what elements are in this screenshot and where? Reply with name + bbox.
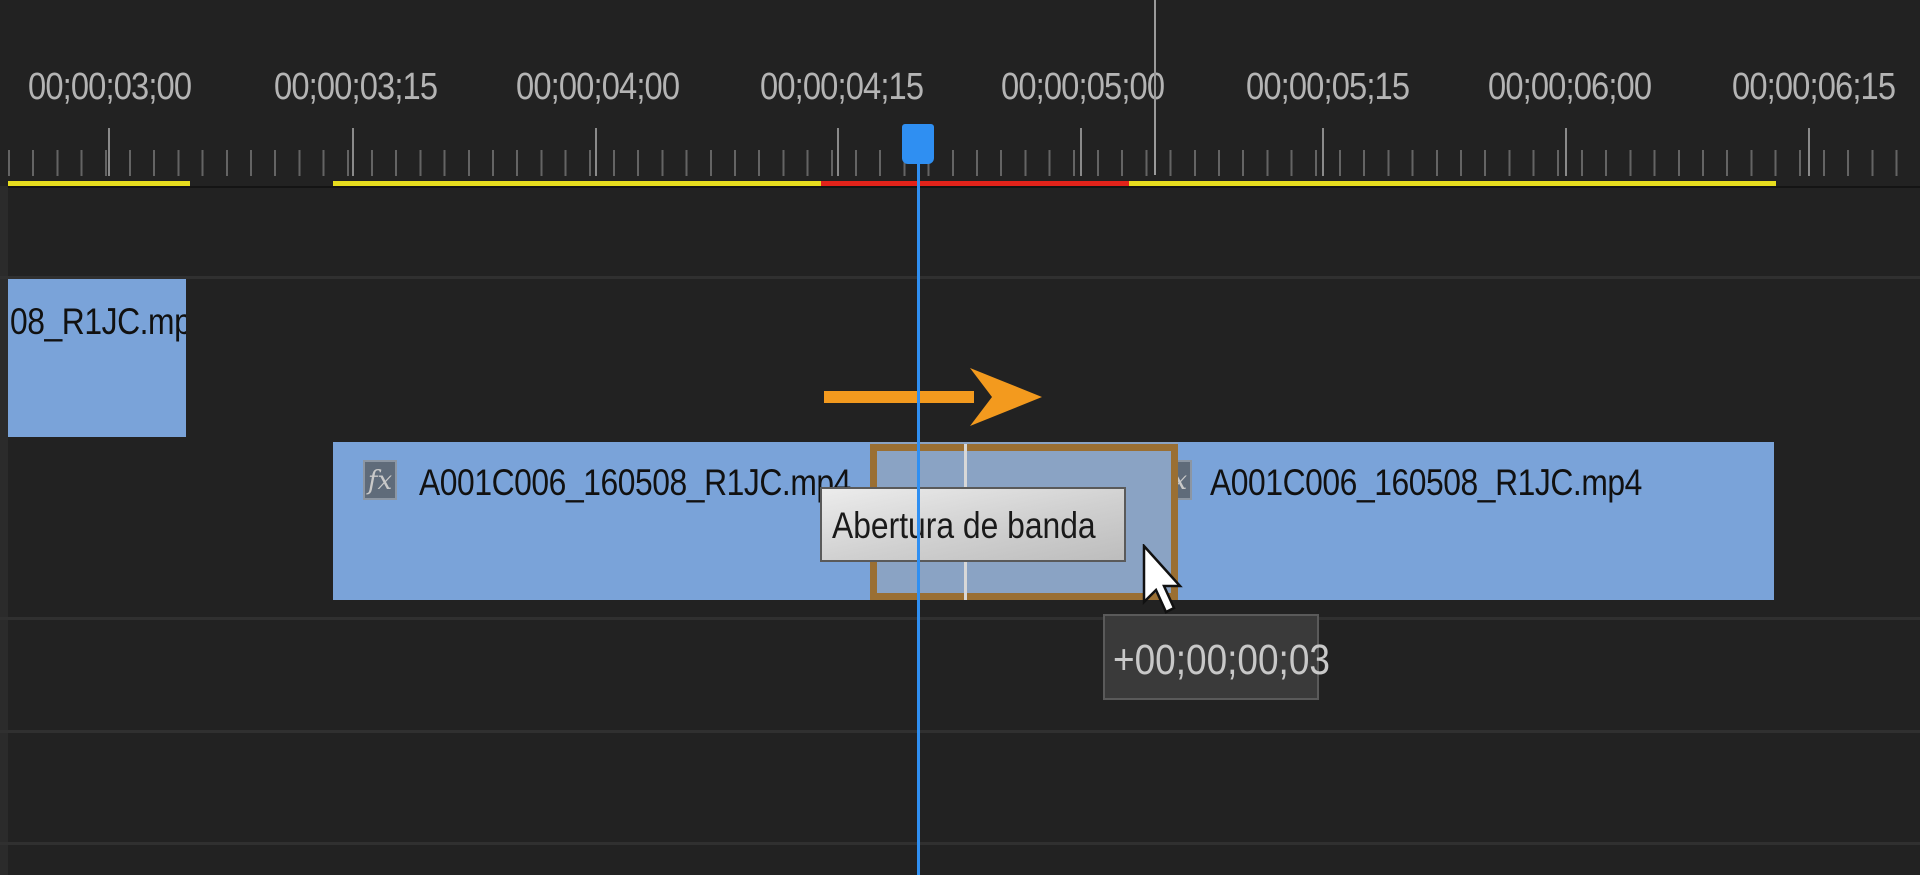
track-separator xyxy=(0,276,1920,279)
clip-name: A001C006_160508_R1JC.mp4 xyxy=(1210,462,1642,503)
timecode-label: 00;00;04;15 xyxy=(760,66,924,108)
timecode-label: 00;00;03;00 xyxy=(28,66,192,108)
timecode-label: 00;00;05;15 xyxy=(1246,66,1410,108)
timecode-label: 00;00;06;15 xyxy=(1732,66,1896,108)
transition-name: Abertura de banda xyxy=(832,505,1096,546)
timeline-marker-line xyxy=(1154,0,1156,175)
ruler-ticks xyxy=(8,150,1920,176)
timecode-label: 00;00;03;15 xyxy=(274,66,438,108)
fx-badge-icon[interactable]: fx xyxy=(1178,460,1192,500)
trim-offset-tooltip: +00;00;00;03 xyxy=(1103,614,1330,700)
drag-direction-arrow-icon xyxy=(824,368,1042,426)
ruler-major-tick xyxy=(352,128,354,176)
ruler-major-tick xyxy=(1565,128,1567,176)
track-separator xyxy=(0,842,1920,845)
video-clip-v1-left[interactable]: fx A001C006_160508_R1JC.mp4 xyxy=(333,442,870,600)
clip-name: 08_R1JC.mp4 xyxy=(10,301,186,342)
track-header-edge xyxy=(0,186,8,875)
ruler-major-tick xyxy=(595,128,597,176)
tooltip-offset: +00;00;00;03 xyxy=(1113,636,1330,684)
timecode-label: 00;00;04;00 xyxy=(516,66,680,108)
timecode-label: 00;00;05;00 xyxy=(1001,66,1165,108)
playhead-line[interactable] xyxy=(917,160,920,875)
ruler-major-tick xyxy=(108,128,110,176)
ruler-major-tick xyxy=(1322,128,1324,176)
track-separator xyxy=(0,617,1920,620)
ruler-major-tick xyxy=(1808,128,1810,176)
timecode-label: 00;00;06;00 xyxy=(1488,66,1652,108)
clip-name: A001C006_160508_R1JC.mp4 xyxy=(419,462,851,503)
track-separator xyxy=(0,730,1920,733)
video-clip-v2[interactable]: 08_R1JC.mp4 xyxy=(8,279,186,437)
time-ruler[interactable]: 00;00;03;00 00;00;03;15 00;00;04;00 00;0… xyxy=(0,0,1920,186)
mouse-pointer-icon xyxy=(1142,544,1183,614)
transition-label[interactable]: Abertura de banda xyxy=(820,487,1126,562)
ruler-major-tick xyxy=(837,128,839,176)
fx-badge-icon[interactable]: fx xyxy=(363,460,397,500)
ruler-major-tick xyxy=(1080,128,1082,176)
video-clip-v1-right[interactable]: fx A001C006_160508_R1JC.mp4 xyxy=(1178,442,1774,600)
playhead-marker-icon[interactable] xyxy=(902,124,934,164)
ruler-divider xyxy=(0,186,1920,188)
